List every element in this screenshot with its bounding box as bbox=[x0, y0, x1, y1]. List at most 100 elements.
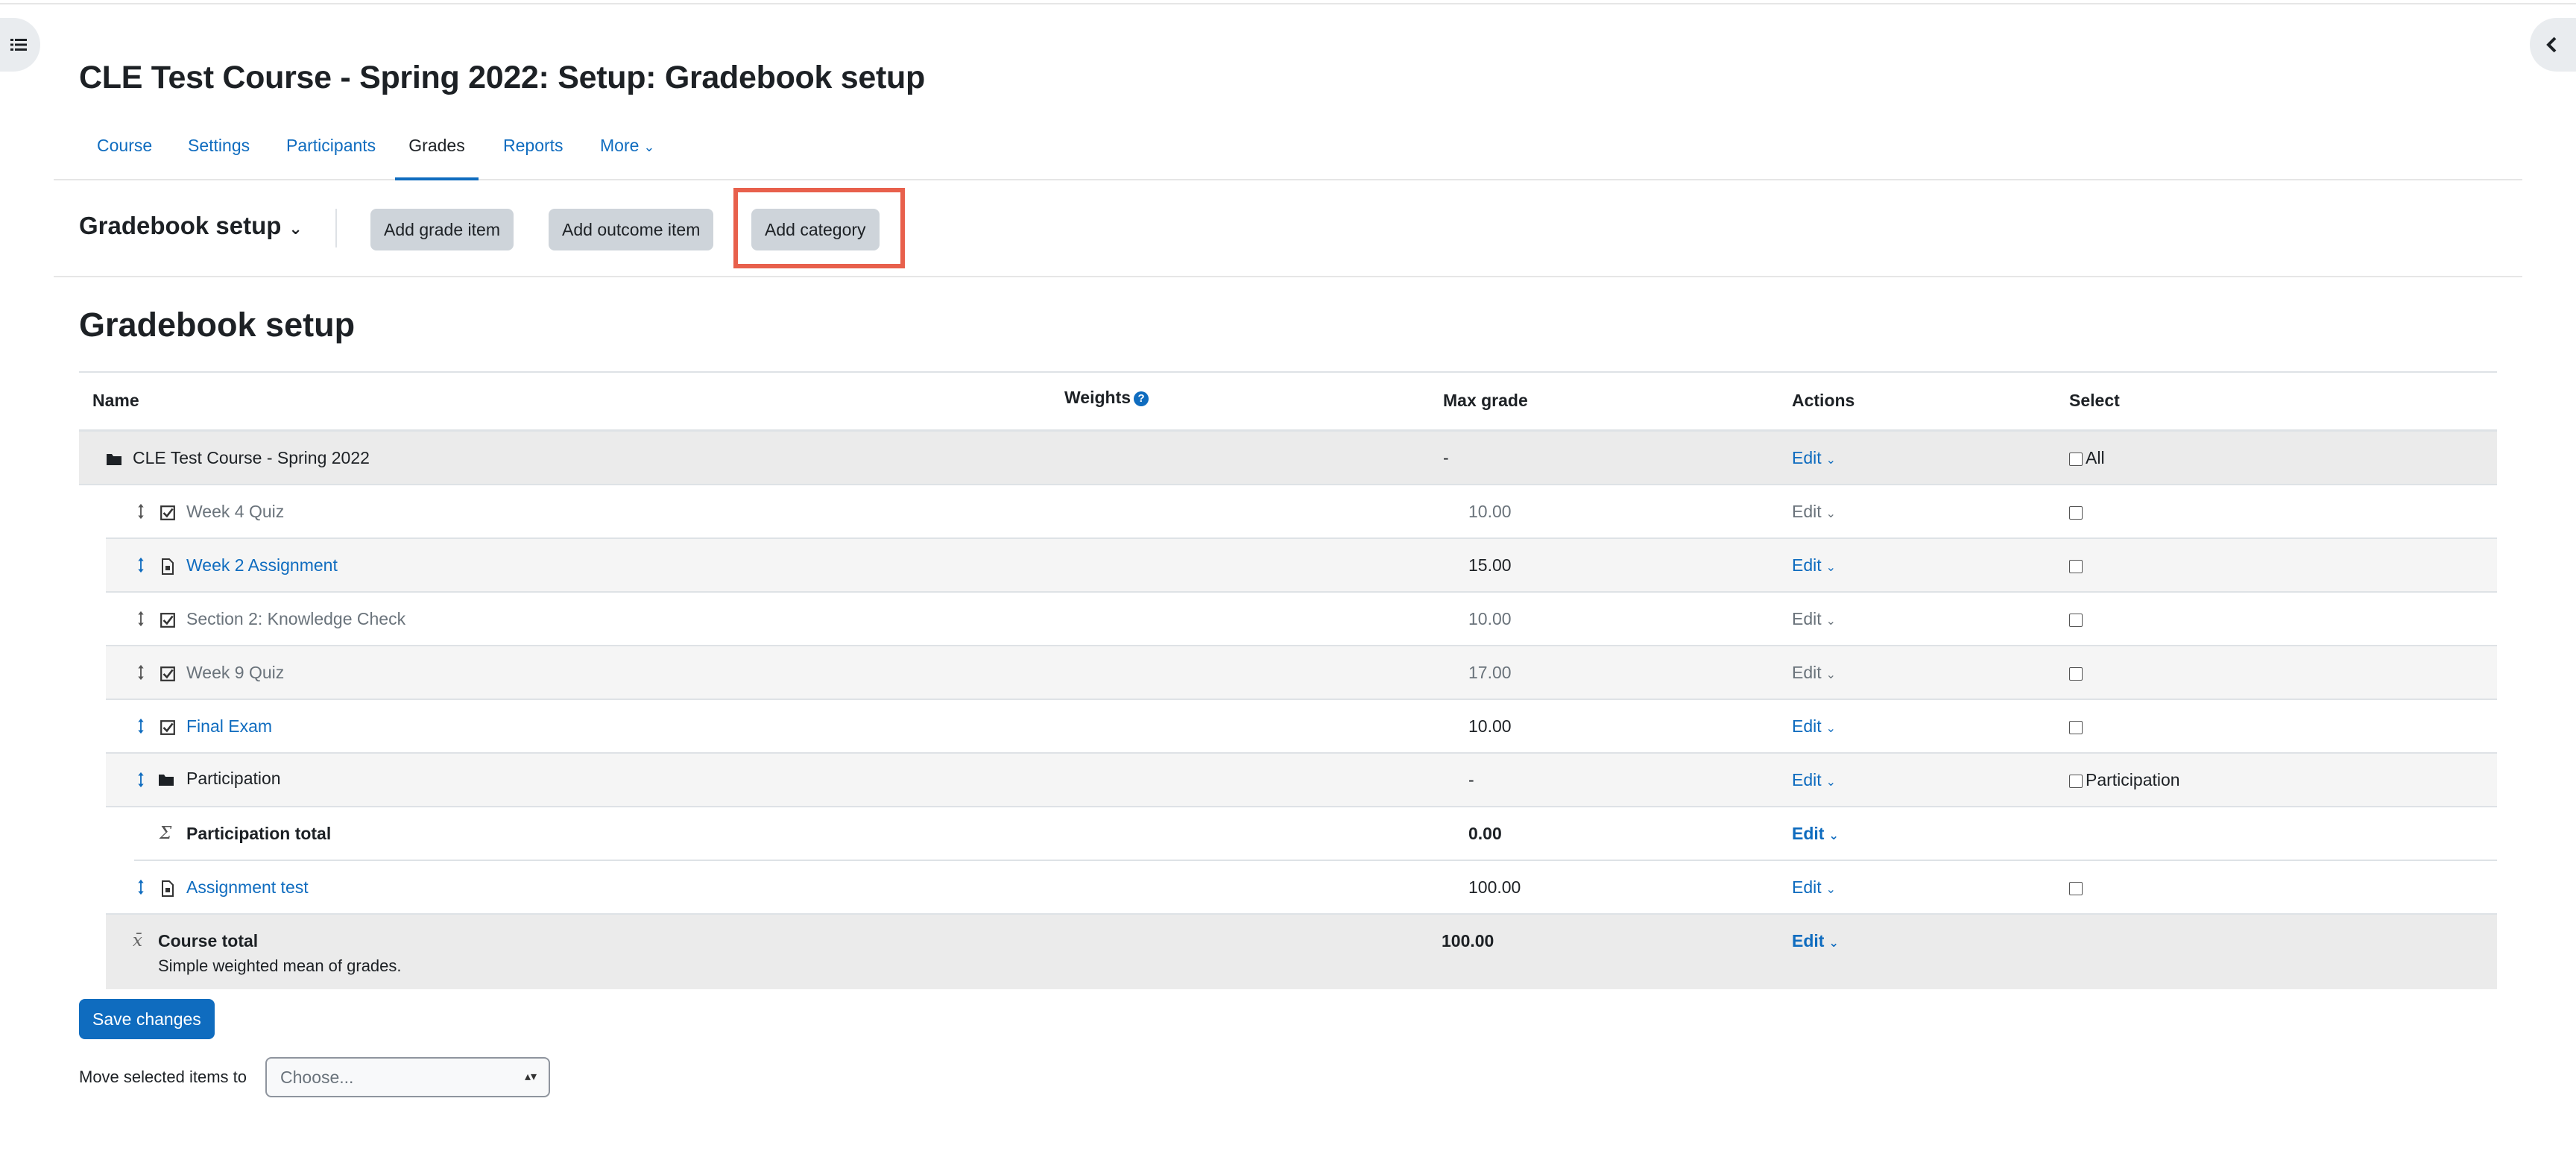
edit-menu[interactable]: Edit ⌄ bbox=[1792, 877, 1836, 898]
max-grade: 0.00 bbox=[1468, 824, 1502, 843]
table-row: Participation - Edit ⌄ Participation bbox=[106, 754, 2497, 807]
table-row: Assignment test 100.00 Edit ⌄ bbox=[106, 861, 2497, 915]
chevron-down-icon: ⌄ bbox=[288, 219, 303, 238]
select-checkbox[interactable] bbox=[2069, 502, 2086, 522]
tab-more-label: More bbox=[600, 136, 640, 155]
checkbox[interactable] bbox=[2069, 505, 2083, 520]
checkbox[interactable] bbox=[2069, 774, 2083, 788]
chevron-down-icon: ⌄ bbox=[1828, 830, 1839, 842]
help-icon[interactable]: ? bbox=[1134, 391, 1149, 406]
edit-label: Edit bbox=[1792, 877, 1822, 897]
max-grade: - bbox=[1468, 770, 1474, 789]
grade-item-name[interactable]: Final Exam bbox=[186, 716, 272, 737]
gradebook-selector-label: Gradebook setup bbox=[79, 212, 282, 239]
table-header: Name Weights? Max grade Actions Select bbox=[79, 373, 2497, 432]
checkbox[interactable] bbox=[2069, 613, 2083, 627]
checkbox[interactable] bbox=[2069, 452, 2083, 466]
move-icon[interactable] bbox=[133, 769, 149, 789]
select-category[interactable]: Participation bbox=[2069, 770, 2180, 790]
gradebook-selector[interactable]: Gradebook setup ⌄ bbox=[79, 212, 303, 240]
top-border bbox=[0, 0, 2576, 4]
chevron-down-icon: ⌄ bbox=[1825, 776, 1837, 789]
table-row: Week 4 Quiz 10.00 Edit ⌄ bbox=[106, 485, 2497, 539]
select-checkbox[interactable] bbox=[2069, 716, 2086, 737]
save-changes-button[interactable]: Save changes bbox=[79, 999, 215, 1039]
move-icon[interactable] bbox=[133, 554, 149, 575]
tab-settings[interactable]: Settings bbox=[188, 127, 250, 177]
chevron-down-icon: ⌄ bbox=[1825, 508, 1837, 520]
move-icon[interactable] bbox=[133, 608, 149, 628]
max-grade: - bbox=[1443, 448, 1449, 467]
edit-menu[interactable]: Edit ⌄ bbox=[1792, 609, 1836, 629]
move-icon[interactable] bbox=[133, 500, 149, 521]
grade-item-name[interactable]: Section 2: Knowledge Check bbox=[186, 609, 405, 629]
edit-menu[interactable]: Edit ⌄ bbox=[1792, 555, 1836, 576]
move-destination-value: Choose... bbox=[280, 1068, 354, 1087]
max-grade: 17.00 bbox=[1468, 663, 1512, 682]
list-icon bbox=[10, 39, 27, 51]
block-drawer-toggle[interactable] bbox=[2530, 18, 2576, 72]
add-outcome-item-button[interactable]: Add outcome item bbox=[549, 209, 714, 250]
edit-menu[interactable]: Edit ⌄ bbox=[1792, 824, 1839, 844]
tab-more[interactable]: More ⌄ bbox=[600, 127, 655, 177]
sigma-icon: Σ bbox=[160, 824, 172, 843]
edit-label: Edit bbox=[1792, 770, 1822, 789]
move-icon[interactable] bbox=[133, 715, 149, 736]
max-grade: 10.00 bbox=[1468, 716, 1512, 736]
edit-menu[interactable]: Edit ⌄ bbox=[1792, 716, 1836, 737]
tab-reports[interactable]: Reports bbox=[503, 127, 564, 177]
add-grade-item-button[interactable]: Add grade item bbox=[370, 209, 514, 250]
grade-item-name[interactable]: Week 2 Assignment bbox=[186, 555, 338, 576]
tab-grades[interactable]: Grades bbox=[395, 127, 479, 180]
edit-menu[interactable]: Edit ⌄ bbox=[1792, 931, 1839, 951]
select-checkbox[interactable] bbox=[2069, 555, 2086, 576]
grade-item-name[interactable]: Week 9 Quiz bbox=[186, 663, 284, 683]
chevron-down-icon: ⌄ bbox=[1825, 883, 1837, 896]
tab-participants[interactable]: Participants bbox=[286, 127, 376, 177]
checkbox[interactable] bbox=[2069, 559, 2083, 573]
toolbar-divider bbox=[335, 209, 337, 247]
grade-item-name[interactable]: Week 4 Quiz bbox=[186, 502, 284, 522]
tertiary-navigation: Gradebook setup ⌄ Add grade item Add outc… bbox=[54, 180, 2522, 277]
page-title: CLE Test Course - Spring 2022: Setup: Gr… bbox=[79, 60, 925, 95]
move-destination-select[interactable]: Choose... ▴▾ bbox=[265, 1057, 550, 1097]
checkbox[interactable] bbox=[2069, 881, 2083, 895]
edit-menu[interactable]: Edit ⌄ bbox=[1792, 770, 1836, 790]
header-select: Select bbox=[2069, 391, 2120, 410]
table-row: Σ Participation total 0.00 Edit ⌄ bbox=[134, 807, 2497, 861]
select-checkbox[interactable] bbox=[2069, 877, 2086, 898]
max-grade: 100.00 bbox=[1468, 877, 1521, 897]
edit-menu[interactable]: Edit ⌄ bbox=[1792, 663, 1836, 683]
course-index-toggle[interactable] bbox=[0, 18, 40, 72]
chevron-down-icon: ⌄ bbox=[1825, 454, 1837, 467]
edit-label: Edit bbox=[1792, 663, 1822, 682]
table-row: Final Exam 10.00 Edit ⌄ bbox=[106, 700, 2497, 754]
category-name: Participation bbox=[186, 769, 281, 788]
edit-label: Edit bbox=[1792, 448, 1822, 467]
move-icon[interactable] bbox=[133, 661, 149, 682]
select-checkbox[interactable] bbox=[2069, 609, 2086, 629]
edit-label: Edit bbox=[1792, 502, 1822, 521]
edit-label: Edit bbox=[1792, 609, 1822, 628]
select-checkbox[interactable] bbox=[2069, 663, 2086, 683]
select-category-label: Participation bbox=[2086, 770, 2180, 789]
chevron-down-icon: ⌄ bbox=[1825, 561, 1837, 574]
select-all[interactable]: All bbox=[2069, 448, 2105, 468]
secondary-navigation: Course Settings Participants Grades Repo… bbox=[54, 127, 2522, 180]
checkbox[interactable] bbox=[2069, 666, 2083, 681]
edit-label: Edit bbox=[1792, 555, 1822, 575]
edit-label: Edit bbox=[1792, 824, 1825, 843]
table-row: Section 2: Knowledge Check 10.00 Edit ⌄ bbox=[106, 593, 2497, 646]
grade-item-name[interactable]: Assignment test bbox=[186, 877, 309, 898]
edit-menu[interactable]: Edit ⌄ bbox=[1792, 502, 1836, 522]
gradebook-table: Name Weights? Max grade Actions Select C… bbox=[79, 371, 2497, 989]
table-row: x̄ Course total Simple weighted mean of … bbox=[106, 915, 2497, 989]
highlight-box bbox=[733, 188, 905, 268]
tab-course[interactable]: Course bbox=[97, 127, 152, 177]
quiz-icon bbox=[160, 716, 176, 737]
move-icon[interactable] bbox=[133, 876, 149, 897]
checkbox[interactable] bbox=[2069, 720, 2083, 734]
quiz-icon bbox=[160, 502, 176, 522]
table-row: CLE Test Course - Spring 2022 - Edit ⌄ Al… bbox=[79, 432, 2497, 485]
edit-menu[interactable]: Edit ⌄ bbox=[1792, 448, 1836, 468]
